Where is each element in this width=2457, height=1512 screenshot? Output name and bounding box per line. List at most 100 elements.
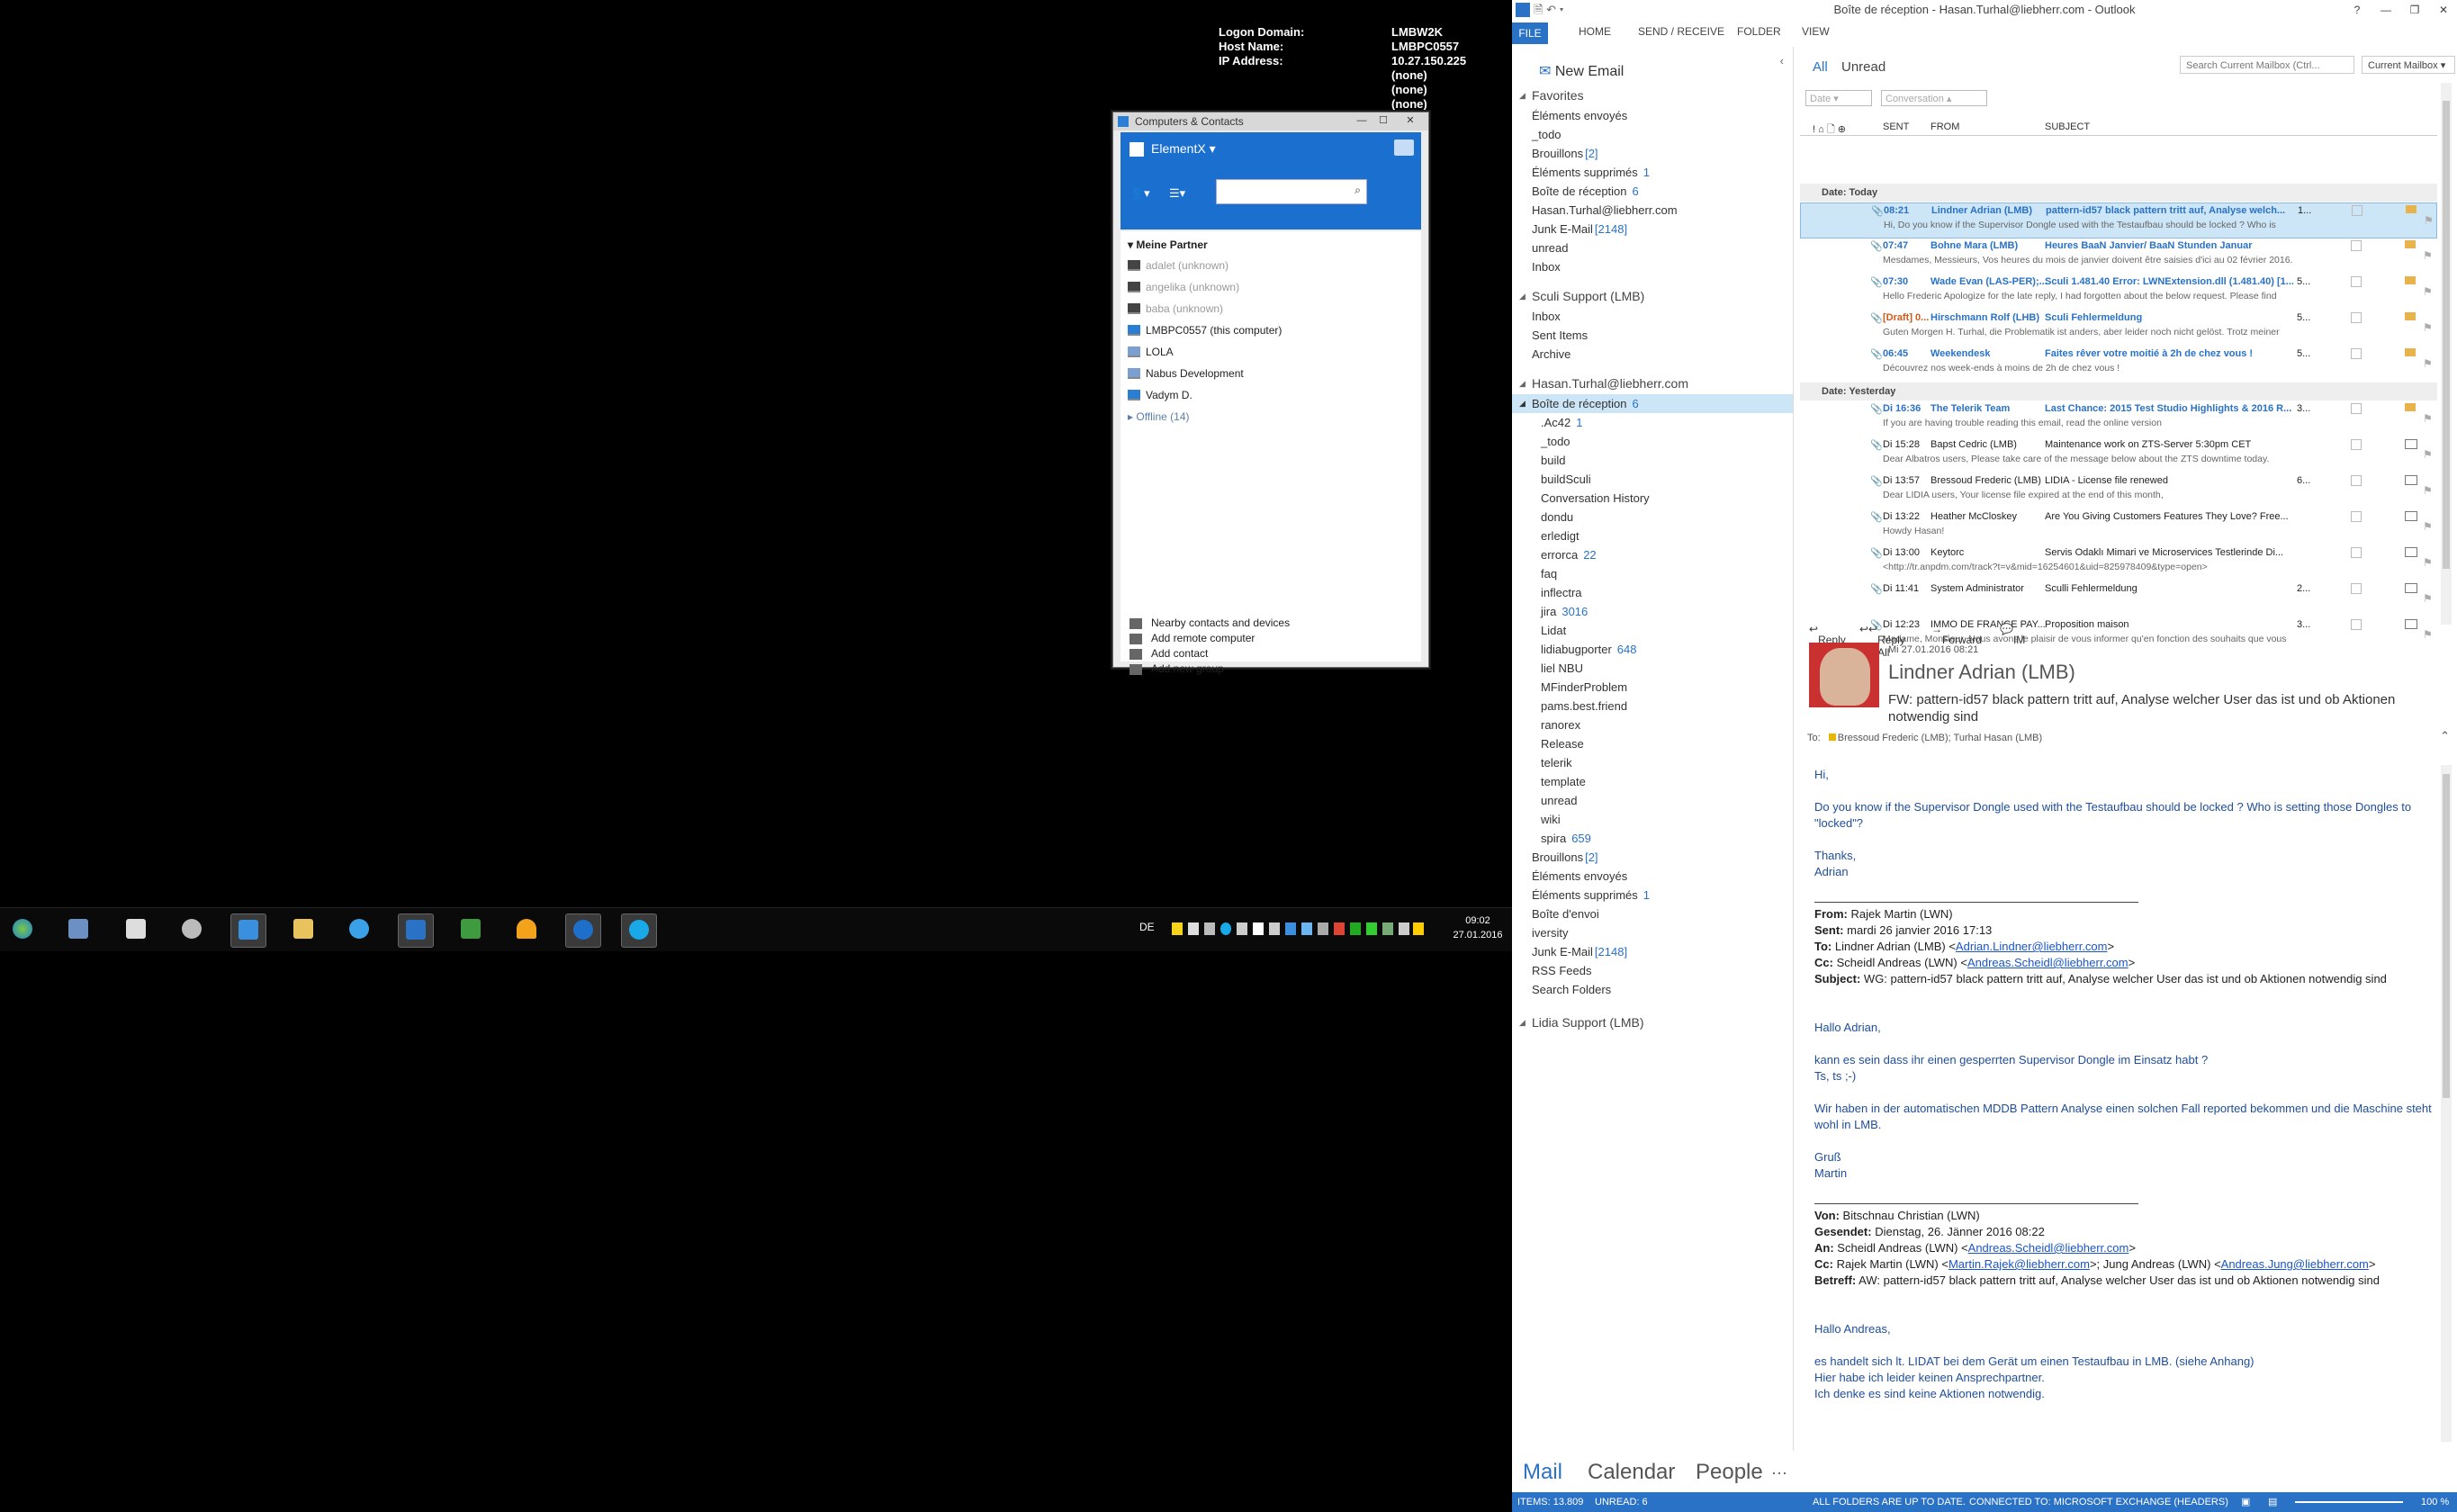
folder-item[interactable]: iversity <box>1512 923 1793 942</box>
tray-app-icon[interactable] <box>1285 922 1296 935</box>
folder-item[interactable]: Conversation History <box>1512 489 1793 508</box>
add-contact-menu-button[interactable]: 👤▾ <box>1130 186 1166 202</box>
folder-item[interactable]: wiki <box>1512 810 1793 829</box>
category-box[interactable] <box>2351 475 2362 486</box>
email-link[interactable]: Andreas.Scheidl@liebherr.com <box>1968 1241 2129 1255</box>
nav-mail[interactable]: Mail <box>1523 1460 1562 1485</box>
sort-conversation-dropdown[interactable]: Conversation ▴ <box>1881 90 1987 106</box>
account-menu[interactable]: ElementX ▾ <box>1130 141 1216 158</box>
message-sender[interactable]: Lindner Adrian (LMB) <box>1888 661 2075 684</box>
date-group-header[interactable]: Date: Today <box>1800 184 2437 202</box>
folder-item[interactable]: MFinderProblem <box>1512 678 1793 697</box>
action-3[interactable]: Add new group <box>1130 662 1224 675</box>
tray-app-icon[interactable] <box>1301 922 1312 935</box>
group-header[interactable]: ▾ Meine Partner <box>1120 231 1421 251</box>
tray-app-icon[interactable] <box>1204 922 1215 935</box>
filter-all[interactable]: All <box>1813 59 1828 75</box>
search-input[interactable]: Search Current Mailbox (Ctrl... <box>2180 56 2354 74</box>
forward-button[interactable]: → Forward <box>1931 623 1982 646</box>
header-icons[interactable]: ! ⌂ 🗋 ⊕ <box>1813 122 1846 139</box>
tray-app-icon[interactable] <box>1188 922 1199 935</box>
taskbar-app-remote-desktop[interactable] <box>61 914 95 946</box>
minimize-button[interactable]: — <box>1353 114 1371 127</box>
status-connection[interactable]: CONNECTED TO: MICROSOFT EXCHANGE (HEADER… <box>1969 1492 2228 1512</box>
folder-item[interactable]: Search Folders <box>1512 980 1793 999</box>
folder-item[interactable]: Brouillons [2] <box>1512 144 1793 163</box>
email-link[interactable]: Andreas.Jung@liebherr.com <box>2221 1257 2369 1271</box>
message-row[interactable]: 📎 06:45 Weekendesk Faites rêver votre moiti… <box>1800 346 2437 382</box>
folder-item[interactable]: Inbox <box>1512 307 1793 326</box>
folder-item[interactable]: Archive <box>1512 345 1793 364</box>
email-link[interactable]: Adrian.Lindner@liebherr.com <box>1956 940 2108 953</box>
message-row[interactable]: 📎 Di 15:28 Bapst Cedric (LMB) Maintenance w… <box>1800 437 2437 473</box>
folder-item[interactable]: inflectra <box>1512 583 1793 602</box>
folder-item[interactable]: lidiabugporter 648 <box>1512 640 1793 659</box>
folder-item[interactable]: unread <box>1512 791 1793 810</box>
folder-item[interactable]: Hasan.Turhal@liebherr.com <box>1512 201 1793 220</box>
flag-icon[interactable]: ⚑ <box>2423 520 2433 533</box>
message-row[interactable]: 📎 Di 13:22 Heather McCloskey Are You Giving… <box>1800 509 2437 545</box>
window-titlebar[interactable]: Computers & Contacts — ☐ ✕ <box>1113 112 1428 130</box>
message-row[interactable]: 📎 [Draft] 0... Hirschmann Rolf (LHB) Sculi … <box>1800 310 2437 346</box>
flag-icon[interactable]: ⚑ <box>2423 556 2433 569</box>
reading-view-icon[interactable]: ▤ <box>2268 1492 2277 1512</box>
folder-item[interactable]: telerik <box>1512 753 1793 772</box>
folder-item[interactable]: Éléments supprimés 1 <box>1512 163 1793 182</box>
folder-item[interactable]: Junk E-Mail [2148] <box>1512 942 1793 961</box>
folder-item[interactable]: dondu <box>1512 508 1793 526</box>
message-row[interactable]: 📎 Di 16:36 The Telerik Team Last Chance: 20… <box>1800 401 2437 437</box>
taskbar-app-settings[interactable] <box>175 914 209 946</box>
folder-item[interactable]: _todo <box>1512 432 1793 451</box>
date-group-header[interactable]: Date: Yesterday <box>1800 382 2437 400</box>
start-button[interactable] <box>5 914 40 946</box>
email-link[interactable]: Martin.Rajek@liebherr.com <box>1948 1257 2090 1271</box>
folder-item[interactable]: Boîte d'envoi <box>1512 904 1793 923</box>
account-header[interactable]: Hasan.Turhal@liebherr.com <box>1512 373 1793 394</box>
nav-more[interactable]: ··· <box>1771 1463 1787 1482</box>
folder-item[interactable]: Release <box>1512 734 1793 753</box>
folder-item[interactable]: Éléments envoyés <box>1512 867 1793 886</box>
search-scope-dropdown[interactable]: Current Mailbox ▾ <box>2362 56 2455 74</box>
folder-item[interactable]: template <box>1512 772 1793 791</box>
folder-item[interactable]: pams.best.friend <box>1512 697 1793 716</box>
contact-item[interactable]: Vadym D. <box>1120 384 1421 406</box>
chat-icon[interactable] <box>1394 140 1414 156</box>
category-box[interactable] <box>2351 583 2362 594</box>
contact-item[interactable]: Nabus Development <box>1120 363 1421 384</box>
flag-icon[interactable]: ⚑ <box>2423 448 2433 461</box>
tab-home[interactable]: HOME <box>1579 25 1611 38</box>
folder-item[interactable]: erledigt <box>1512 526 1793 545</box>
taskbar-app-skype[interactable] <box>621 914 657 948</box>
folder-item[interactable]: errorca 22 <box>1512 545 1793 564</box>
folder-item[interactable]: _todo <box>1512 125 1793 144</box>
tray-skype-icon[interactable] <box>1220 922 1231 935</box>
folder-item[interactable]: Inbox <box>1512 257 1793 276</box>
folder-item[interactable]: Éléments supprimés 1 <box>1512 886 1793 904</box>
header-sent[interactable]: SENT <box>1883 122 1909 132</box>
message-row[interactable]: 📎 08:21 Lindner Adrian (LMB) pattern-id57 b… <box>1800 202 2437 238</box>
category-box[interactable] <box>2351 547 2362 558</box>
minimize-button[interactable]: — <box>2372 0 2399 20</box>
category-box[interactable] <box>2351 403 2362 414</box>
taskbar-app-outlook[interactable] <box>398 914 434 948</box>
normal-view-icon[interactable]: ▣ <box>2241 1492 2250 1512</box>
header-from[interactable]: FROM <box>1930 122 1959 132</box>
to-value[interactable]: Bressoud Frederic (LMB); Turhal Hasan (L… <box>1838 733 2042 743</box>
folder-item[interactable]: faq <box>1512 564 1793 583</box>
taskbar-app-calculator[interactable] <box>119 914 153 946</box>
tray-app-icon[interactable] <box>1399 922 1409 935</box>
flag-icon[interactable]: ⚑ <box>2423 484 2433 497</box>
tab-folder[interactable]: FOLDER <box>1737 25 1781 38</box>
flag-icon[interactable]: ⚑ <box>2423 592 2433 605</box>
taskbar-app-helmet[interactable] <box>509 914 544 946</box>
category-box[interactable] <box>2351 276 2362 287</box>
tab-send-receive[interactable]: SEND / RECEIVE <box>1638 25 1724 38</box>
sort-date-dropdown[interactable]: Date ▾ <box>1805 90 1872 106</box>
flag-icon[interactable]: ⚑ <box>2423 321 2433 334</box>
category-box[interactable] <box>2351 348 2362 359</box>
tray-app-icon[interactable] <box>1413 922 1424 935</box>
collapse-header-icon[interactable]: ⌃ <box>2440 729 2450 743</box>
message-row[interactable]: 📎 Di 13:57 Bressoud Frederic (LMB) LIDIA - … <box>1800 473 2437 509</box>
folder-item[interactable]: Sent Items <box>1512 326 1793 345</box>
taskbar-app-project[interactable] <box>454 914 488 946</box>
